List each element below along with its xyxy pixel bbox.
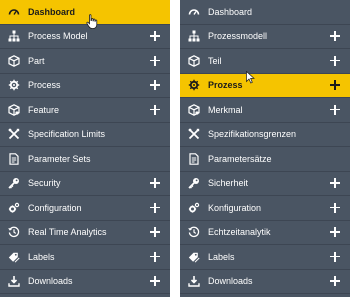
menu-item-specification-limits[interactable]: Specification Limits <box>0 123 170 147</box>
process-gear-icon <box>188 79 200 91</box>
expand-plus-icon[interactable] <box>330 178 340 189</box>
menu-item-konfiguration[interactable]: Konfiguration <box>180 196 350 221</box>
hierarchy-icon <box>188 30 200 42</box>
expand-plus-icon[interactable] <box>330 80 340 91</box>
menu-item-prozess[interactable]: Prozess <box>180 73 350 98</box>
clock-icon <box>8 226 20 238</box>
menu-item-label: Prozessmodell <box>208 31 268 42</box>
menu-item-downloads[interactable]: Downloads <box>180 270 350 294</box>
expand-plus-icon[interactable] <box>150 104 160 115</box>
clock-icon <box>188 226 200 238</box>
key-icon <box>188 177 200 189</box>
menu-item-labels[interactable]: Labels <box>0 245 170 270</box>
menu-item-echtzeitanalytik[interactable]: Echtzeitanalytik <box>180 221 350 245</box>
gears-icon <box>188 202 200 214</box>
tags-icon <box>188 251 200 263</box>
menu-item-label: Merkmal <box>208 104 243 115</box>
menu-item-parameter-sets[interactable]: Parameter Sets <box>0 147 170 172</box>
feature-cube-icon <box>8 103 20 116</box>
expand-plus-icon[interactable] <box>150 202 160 213</box>
process-gear-icon <box>8 79 20 91</box>
menu-item-label: Specification Limits <box>28 129 106 140</box>
menu-item-label: Part <box>28 55 45 66</box>
tools-icon <box>8 128 20 140</box>
expand-plus-icon[interactable] <box>150 276 160 287</box>
menu-item-label: Real Time Analytics <box>28 227 107 238</box>
menu-item-teil[interactable]: Teil <box>180 49 350 74</box>
menu-item-feature[interactable]: Feature <box>0 98 170 123</box>
menu-item-merkmal[interactable]: Merkmal <box>180 98 350 123</box>
menu-item-part[interactable]: Part <box>0 49 170 74</box>
menu-item-downloads[interactable]: Downloads <box>0 270 170 294</box>
menu-item-label: Parameter Sets <box>28 153 91 164</box>
tools-icon <box>188 128 200 140</box>
menu-item-label: Labels <box>28 251 55 262</box>
menu-item-sicherheit[interactable]: Sicherheit <box>180 172 350 196</box>
expand-plus-icon[interactable] <box>150 80 160 91</box>
menu-item-label: Teil <box>208 55 222 66</box>
download-icon <box>188 275 200 287</box>
menu-item-label: Echtzeitanalytik <box>208 227 271 238</box>
menu-item-label: Dashboard <box>28 6 76 17</box>
sidebar-menu-german: Dashboard Prozessmodell Teil Prozess Mer… <box>180 0 350 297</box>
gears-icon <box>8 202 20 214</box>
menu-item-spezifikationsgrenzen[interactable]: Spezifikationsgrenzen <box>180 123 350 147</box>
expand-plus-icon[interactable] <box>330 202 340 213</box>
document-icon <box>8 152 20 165</box>
expand-plus-icon[interactable] <box>330 31 340 42</box>
expand-plus-icon[interactable] <box>150 55 160 66</box>
document-icon <box>188 152 200 165</box>
menu-item-label: Labels <box>208 251 235 262</box>
menu-item-process-model[interactable]: Process Model <box>0 25 170 49</box>
expand-plus-icon[interactable] <box>150 227 160 238</box>
key-icon <box>8 177 20 189</box>
menu-item-label: Konfiguration <box>208 202 262 213</box>
menu-item-dashboard[interactable]: Dashboard <box>0 0 170 25</box>
feature-cube-icon <box>188 103 200 116</box>
menu-item-parametersaetze[interactable]: Parametersätze <box>180 147 350 172</box>
menu-item-label: Sicherheit <box>208 178 249 189</box>
expand-plus-icon[interactable] <box>150 178 160 189</box>
expand-plus-icon[interactable] <box>330 227 340 238</box>
menu-item-label: Process <box>28 80 61 91</box>
menu-item-labels[interactable]: Labels <box>180 245 350 270</box>
tags-icon <box>8 251 20 263</box>
menu-item-label: Feature <box>28 104 60 115</box>
menu-item-label: Security <box>28 178 61 189</box>
hand-cursor-icon <box>86 14 98 29</box>
cube-icon <box>188 54 200 67</box>
menu-item-configuration[interactable]: Configuration <box>0 196 170 221</box>
cube-icon <box>8 54 20 67</box>
menu-item-dashboard[interactable]: Dashboard <box>180 0 350 25</box>
sidebar-menu-english: Dashboard Process Model Part Process Fea… <box>0 0 170 297</box>
menu-item-label: Configuration <box>28 202 82 213</box>
expand-plus-icon[interactable] <box>330 55 340 66</box>
menu-item-label: Prozess <box>208 80 243 91</box>
menu-item-real-time-analytics[interactable]: Real Time Analytics <box>0 221 170 245</box>
expand-plus-icon[interactable] <box>330 104 340 115</box>
dashboard-icon <box>188 6 200 18</box>
menu-item-process[interactable]: Process <box>0 74 170 98</box>
menu-item-label: Spezifikationsgrenzen <box>208 129 297 140</box>
menu-item-label: Downloads <box>208 276 253 287</box>
arrow-cursor-icon <box>246 71 255 84</box>
menu-item-prozessmodell[interactable]: Prozessmodell <box>180 25 350 49</box>
expand-plus-icon[interactable] <box>150 31 160 42</box>
expand-plus-icon[interactable] <box>330 276 340 287</box>
menu-item-label: Parametersätze <box>208 153 272 164</box>
hierarchy-icon <box>8 30 20 42</box>
menu-item-security[interactable]: Security <box>0 172 170 196</box>
menu-item-label: Process Model <box>28 31 88 42</box>
menu-item-label: Downloads <box>28 276 73 287</box>
expand-plus-icon[interactable] <box>150 251 160 262</box>
dashboard-icon <box>8 6 20 18</box>
download-icon <box>8 275 20 287</box>
expand-plus-icon[interactable] <box>330 251 340 262</box>
menu-item-label: Dashboard <box>208 6 253 17</box>
